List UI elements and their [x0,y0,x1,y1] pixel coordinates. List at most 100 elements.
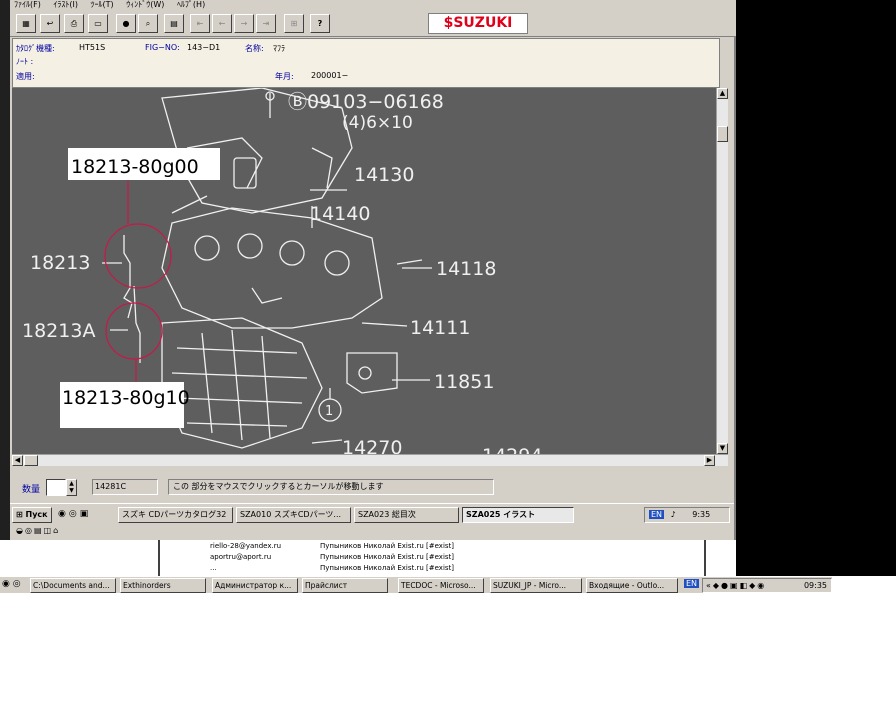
qty-stepper[interactable]: ▲ ▼ [66,479,77,496]
email-to: Пупыников Николай Exist.ru [#exist] [320,564,455,572]
suzuki-logo: $SUZUKI [428,13,528,34]
name-value: ﾏﾌﾗ [273,44,285,53]
hint-message: この 部分をマウスでクリックするとカーソルが移動します [168,479,494,495]
inner-system-tray: EN ♪ 9:35 [644,507,730,523]
inner-clock: 9:35 [692,510,711,519]
quick-launch-icons[interactable]: ◉◎▣ [58,509,91,519]
email-row[interactable]: aportru@aport.ru [210,553,271,561]
help-icon[interactable]: ? [310,14,330,33]
scroll-down-icon[interactable]: ▼ [717,443,728,454]
fig-label: FIG−NO: [145,43,180,52]
menu-illust[interactable]: ｲﾗｽﾄ(I) [53,0,78,9]
part-18213: 18213 [30,252,90,274]
illustration-area[interactable]: 18213-80g00 18213-80g10 Ⓑ09103−06168 (4)… [12,88,716,454]
back-icon[interactable]: ↩ [40,14,60,33]
windows-flag-icon: ⊞ [16,510,23,519]
inner-taskbar: ⊞ Пуск ◉◎▣ スズキ CDパーツカタログ32 SZA010 スズキCDパ… [10,503,734,525]
part-14130: 14130 [354,164,414,186]
apply-label: 適用: [16,72,35,81]
menu-help[interactable]: ﾍﾙﾌﾟ(H) [177,0,205,9]
name-label: 名称: [245,44,264,53]
fig-icon[interactable]: ▭ [88,14,108,33]
task-sza025[interactable]: SZA025 イラスト [462,507,574,523]
record-icon[interactable]: ● [116,14,136,33]
list-icon[interactable]: ▤ [164,14,184,33]
scroll-thumb[interactable] [717,126,728,142]
task-exthinorders[interactable]: Exthinorders [120,578,206,593]
fig-zoom-icon[interactable]: ⊞ [284,14,304,33]
desktop-screen: ﾌｧｲﾙ(F) ｲﾗｽﾄ(I) ﾂｰﾙ(T) ｳｨﾝﾄﾞｳ(W) ﾍﾙﾌﾟ(H)… [0,0,896,717]
fig-last-icon[interactable]: ⇥ [256,14,276,33]
task-admin[interactable]: Администратор к... [212,578,298,593]
menu-window[interactable]: ｳｨﾝﾄﾞｳ(W) [126,0,164,9]
model-value: HT51S [79,43,106,52]
fig-first-icon[interactable]: ⇤ [190,14,210,33]
task-sza010[interactable]: SZA010 スズキCDパーツ... [236,507,351,523]
exhaust-manifold-diagram: 18213-80g00 18213-80g10 Ⓑ09103−06168 (4)… [22,88,542,454]
part-14140: 14140 [310,203,370,225]
menu-file[interactable]: ﾌｧｲﾙ(F) [14,0,41,9]
catalog-icon[interactable]: ▦ [16,14,36,33]
year-value: 200001− [311,71,349,80]
email-from: aportru@aport.ru [210,553,272,561]
outer-taskbar: ◉ ◎ C:\Documents and... Exthinorders Адм… [0,576,832,593]
part-14111: 14111 [410,317,470,339]
scroll-right-icon[interactable]: ▶ [704,455,715,466]
email-from: riello-28@yandex.ru [210,542,282,550]
qty-input[interactable] [46,479,66,496]
outer-clock: 09:35 [803,581,827,590]
note-label: ﾉｰﾄ : [16,57,34,66]
info-panel: ｶﾀﾛｸﾞ機種: HT51S FIG−NO: 143−D1 名称: ﾏﾌﾗ ﾉｰ… [12,38,720,88]
task-pricelist[interactable]: Прайслист [302,578,388,593]
email-to: Пупыников Николай Exist.ru [#exist] [320,553,455,561]
task-documents[interactable]: C:\Documents and... [30,578,116,593]
tray-icons[interactable]: «◆●▣◧◆◉ [706,581,766,590]
fig-next-icon[interactable]: → [234,14,254,33]
task-suzuki-jp[interactable]: SUZUKI_JP - Micro... [490,578,582,593]
outer-system-tray: «◆●▣◧◆◉ 09:35 [702,578,832,593]
email-row[interactable]: riello-28@yandex.ru [210,542,281,550]
desktop-background [736,0,896,576]
toolbar: ▦ ↩ ⎙ ▭ ● ⌕ ▤ ⇤ ← → ⇥ ⊞ ? $SUZUKI [10,11,736,37]
callout-top-text: 18213-80g00 [71,156,199,178]
outer-quick-launch-icons[interactable]: ◉ ◎ [2,579,21,589]
menu-bar: ﾌｧｲﾙ(F) ｲﾗｽﾄ(I) ﾂｰﾙ(T) ｳｨﾝﾄﾞｳ(W) ﾍﾙﾌﾟ(H) [10,0,736,11]
part-18213a: 18213A [22,320,95,342]
vertical-scrollbar[interactable]: ▲ ▼ [716,88,728,454]
task-outlook-inbox[interactable]: Входящие - Outlo... [586,578,678,593]
menu-tools[interactable]: ﾂｰﾙ(T) [91,0,114,9]
task-sza023[interactable]: SZA023 総目次 [354,507,459,523]
background-window-strip [0,0,10,540]
circle-1-label: 1 [325,404,333,419]
hscroll-thumb[interactable] [24,455,38,466]
scroll-up-icon[interactable]: ▲ [717,88,728,99]
task-catalog32[interactable]: スズキ CDパーツカタログ32 [118,507,233,523]
callout-bottom-text: 18213-80g10 [62,387,190,409]
secondary-toolbar: ◒◎▤◫⌂ [10,525,734,539]
tool-icons-row[interactable]: ◒◎▤◫⌂ [16,526,60,535]
horizontal-scrollbar[interactable]: ◀ ▶ [12,454,728,466]
bottom-panel: 数量 ▲ ▼ 14281C この 部分をマウスでクリックするとカーソルが移動します [12,467,728,503]
inner-lang-indicator[interactable]: EN [649,510,665,519]
fig-value: 143−D1 [187,43,221,52]
email-list-window: riello-28@yandex.ru Пупыников Николай Ex… [158,540,706,576]
email-from: ... [210,564,217,572]
scroll-left-icon[interactable]: ◀ [12,455,23,466]
outer-lang-indicator[interactable]: EN [684,579,700,588]
part-14118: 14118 [436,258,496,280]
email-to: Пупыников Николай Exist.ru [#exist] [320,542,455,550]
email-row[interactable]: ... [210,564,217,573]
part-14294: 14294 [482,445,542,454]
part-code-field: 14281C [92,479,158,495]
fig-prev-icon[interactable]: ← [212,14,232,33]
bolt-spec: (4)6×10 [342,113,413,133]
start-button[interactable]: ⊞ Пуск [12,507,52,523]
speaker-icon[interactable]: ♪ [671,510,676,519]
qty-label: 数量 [22,485,41,495]
part-14270: 14270 [342,437,402,454]
print-icon[interactable]: ⎙ [64,14,84,33]
year-label: 年月: [275,72,294,81]
task-tecdoc[interactable]: TECDOC - Microso... [398,578,484,593]
search-icon[interactable]: ⌕ [138,14,158,33]
bolt-label: Ⓑ09103−06168 [288,91,444,113]
